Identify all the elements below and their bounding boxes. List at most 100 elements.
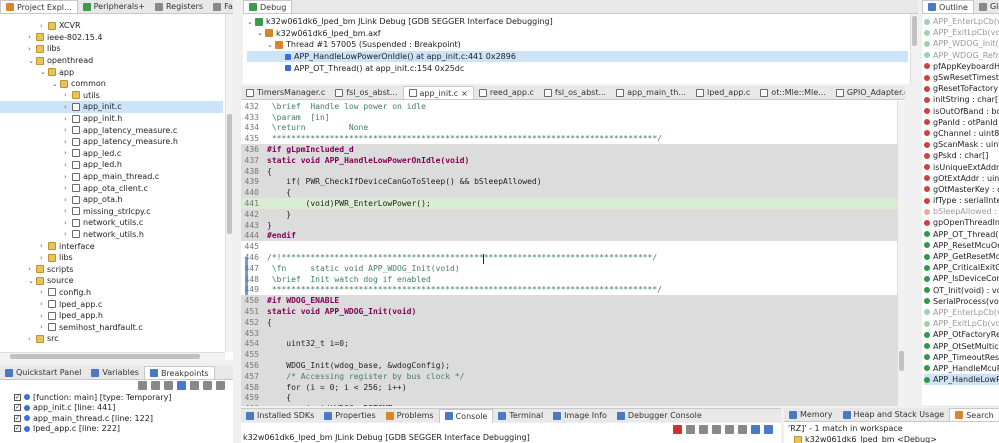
breakpoint-item[interactable]: ✓ app_main_thread.c [line: 122] <box>14 413 229 424</box>
outline-item[interactable]: APP_OT_Thread(u <box>924 229 999 240</box>
tab-global[interactable]: Global <box>974 0 999 13</box>
outline-item[interactable]: gPskd : char[] <box>924 150 999 161</box>
debug-tree-item[interactable]: ⌄ k32w061dk6_lped_bm JLink Debug [GDB SEG… <box>247 16 908 28</box>
outline-item[interactable]: initString : char[] <box>924 94 999 105</box>
project-tree-item[interactable]: › app_led.h <box>0 159 223 171</box>
code-area[interactable]: 432 \brief Handle low power on idle 433 \… <box>241 101 905 406</box>
outline-item[interactable]: gSwResetTimesta <box>924 72 999 83</box>
code-line[interactable]: 451 static void APP_WDOG_Init(void) <box>241 306 905 317</box>
chevron-right-icon[interactable]: › <box>64 103 72 111</box>
breakpoint-item[interactable]: ✓ app_init.c [line: 441] <box>14 403 229 414</box>
clear-console-icon[interactable] <box>699 425 708 434</box>
code-line[interactable]: 441 (void)PWR_EnterLowPower(); <box>241 198 905 209</box>
code-line[interactable]: 436 #if gLpmIncluded_d <box>241 144 905 155</box>
chevron-right-icon[interactable]: › <box>64 219 72 227</box>
outline-item[interactable]: APP_WDOG_Refre <box>924 50 999 61</box>
code-line[interactable]: 433 \param [in] <box>241 112 905 123</box>
terminate-icon[interactable] <box>673 425 682 434</box>
code-line[interactable]: 447 \fn static void APP_WDOG_Init(void) <box>241 263 905 274</box>
outline-item[interactable]: gOtMasterKey : o <box>924 184 999 195</box>
project-tree-hscrollbar[interactable] <box>0 352 225 360</box>
outline-item[interactable]: APP_ExitLpCb(vo <box>924 318 999 329</box>
project-tree-item[interactable]: ⌄ source <box>0 275 223 287</box>
code-line[interactable]: 453 <box>241 327 905 339</box>
tab-search[interactable]: Search <box>949 408 999 421</box>
chevron-down-icon[interactable]: ⌄ <box>267 41 275 49</box>
chevron-right-icon[interactable]: › <box>40 22 48 30</box>
outline-item[interactable]: APP_ExitLpCb(vo <box>924 27 999 38</box>
debug-tree-item[interactable]: ⌄ k32w061dk6_lped_bm.axf <box>247 28 908 40</box>
code-line[interactable]: 446 /*!**********************************… <box>241 252 905 263</box>
chevron-right-icon[interactable]: › <box>40 242 48 250</box>
editor-tab[interactable]: TimersManager.c <box>241 86 330 99</box>
outline-item[interactable]: APP_GetResetMcu <box>924 251 999 262</box>
project-tree-item[interactable]: › scripts <box>0 263 223 275</box>
outline-item[interactable]: APP_ResetMcuOn <box>924 240 999 251</box>
chevron-right-icon[interactable]: › <box>64 126 72 134</box>
breakpoint-item[interactable]: ✓ lped_app.c [line: 222] <box>14 424 229 435</box>
outline-item[interactable]: gResetToFactory <box>924 83 999 94</box>
chevron-down-icon[interactable]: ⌄ <box>28 57 36 65</box>
editor-tab[interactable]: ot::Mle::Mle... <box>755 86 831 99</box>
search-result-item[interactable]: k32w061dk6_lped_bm <Debug> <box>794 435 937 443</box>
chevron-right-icon[interactable]: › <box>28 45 36 53</box>
expand-all-icon[interactable] <box>203 381 212 390</box>
project-tree-item[interactable]: › utils <box>0 90 223 102</box>
editor-scroll-thumb[interactable] <box>899 351 904 371</box>
outline-item[interactable]: APP_CriticalExitC <box>924 262 999 273</box>
project-tree-item[interactable]: › src <box>0 333 223 345</box>
chevron-right-icon[interactable]: › <box>64 196 72 204</box>
editor-tab[interactable]: GPIO_Adapter.c <box>831 86 905 99</box>
project-tree-item[interactable]: › interface <box>0 240 223 252</box>
tab-memory[interactable]: Memory <box>784 408 838 421</box>
breakpoint-checkbox[interactable]: ✓ <box>14 404 21 412</box>
project-tree-item[interactable]: › network_utils.c <box>0 217 223 229</box>
editor-scrollbar[interactable] <box>897 101 905 406</box>
code-line[interactable]: 450 #if WDOG_ENABLE <box>241 295 905 307</box>
outline-item[interactable]: gPanId : otPanId <box>924 117 999 128</box>
project-tree-item[interactable]: › app_init.c <box>0 101 223 113</box>
code-line[interactable]: 445 <box>241 241 905 252</box>
outline-item[interactable]: APP_WDOG_Init(v <box>924 38 999 49</box>
outline-item[interactable]: gChannel : uint8_ <box>924 128 999 139</box>
outline-item[interactable]: isOutOfBand : bo <box>924 106 999 117</box>
code-line[interactable]: 454 uint32_t i=0; <box>241 338 905 350</box>
code-line[interactable]: 434 \return None <box>241 123 905 134</box>
tab-heap-stack[interactable]: Heap and Stack Usage <box>838 408 950 421</box>
code-line[interactable]: 435 ************************************… <box>241 133 905 144</box>
chevron-down-icon[interactable]: ⌄ <box>28 277 36 285</box>
breakpoint-checkbox[interactable]: ✓ <box>14 425 21 433</box>
debug-scroll-thumb[interactable] <box>912 16 917 46</box>
code-line[interactable]: 460 (void)WDOG->RSTCNT; <box>241 403 905 406</box>
outline-item[interactable]: OT_Init(void) : vo <box>924 285 999 296</box>
project-tree-item[interactable]: › app_ota.h <box>0 194 223 206</box>
chevron-down-icon[interactable]: ⌄ <box>40 68 48 76</box>
code-line[interactable]: 449 ************************************… <box>241 285 905 296</box>
outline-item[interactable]: APP_EnterLpCb(vo <box>924 307 999 318</box>
code-line[interactable]: 439 if( PWR_CheckIfDeviceCanGoToSleep() … <box>241 176 905 188</box>
chevron-right-icon[interactable]: › <box>40 323 48 331</box>
display-console-icon[interactable] <box>751 425 760 434</box>
outline-item[interactable]: bSleepAllowed : b <box>924 206 999 217</box>
bottom-tab[interactable]: Terminal <box>493 409 548 423</box>
code-line[interactable]: 442 } <box>241 209 905 220</box>
project-tree-item[interactable]: ⌄ common <box>0 78 223 90</box>
chevron-right-icon[interactable]: › <box>64 230 72 238</box>
scroll-lock-icon[interactable] <box>712 425 721 434</box>
chevron-down-icon[interactable]: ⌄ <box>247 18 255 26</box>
tab-faults[interactable]: Faults <box>208 0 233 13</box>
tab-debug[interactable]: Debug <box>243 0 293 13</box>
bottom-tab[interactable]: Console <box>438 408 494 423</box>
editor-tab[interactable]: fsl_os_abst... <box>330 86 402 99</box>
pin-console-icon[interactable] <box>738 425 747 434</box>
project-tree-item[interactable]: › app_ota_client.c <box>0 182 223 194</box>
outline-item[interactable]: APP_HandleMcuR <box>924 363 999 374</box>
outline-item[interactable]: APP_TimeoutRese <box>924 352 999 363</box>
debug-tree-item[interactable]: APP_HandleLowPowerOnIdle() at app_init.c… <box>247 50 908 63</box>
remove-breakpoint-icon[interactable] <box>138 381 147 390</box>
code-line[interactable]: 432 \brief Handle low power on idle <box>241 101 905 112</box>
tab-breakpoints[interactable]: Breakpoints <box>143 366 215 379</box>
skip-all-icon[interactable] <box>190 381 199 390</box>
chevron-right-icon[interactable]: › <box>64 184 72 192</box>
chevron-right-icon[interactable]: › <box>64 173 72 181</box>
